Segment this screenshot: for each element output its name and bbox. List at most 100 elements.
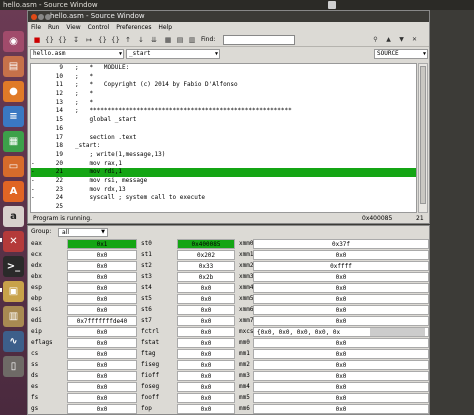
register-value[interactable]: 0x0 — [253, 272, 429, 282]
register-value[interactable]: 0x0 — [177, 327, 235, 337]
code-line[interactable]: 16 — [31, 125, 416, 134]
function-combo[interactable]: _start ▼ — [126, 49, 220, 59]
source-code-view[interactable]: 9 ; * MODULE: 10 ; * 11 ; * Copyright (c) 201… — [30, 63, 417, 213]
archive-icon[interactable]: ▥ — [3, 306, 24, 327]
down-arrow-icon[interactable]: ▼ — [398, 36, 405, 43]
menu-help[interactable]: Help — [158, 24, 172, 31]
register-value[interactable]: 0x0 — [253, 250, 429, 260]
network-indicator-icon[interactable] — [328, 1, 336, 9]
memory-icon[interactable]: ▤ — [176, 36, 184, 44]
register-value[interactable]: 0x0 — [177, 338, 235, 348]
register-value[interactable]: 0x0 — [177, 283, 235, 293]
code-line[interactable]: 15 global _start — [31, 116, 416, 125]
code-line[interactable]: 18 _start: — [31, 142, 416, 151]
register-value[interactable]: 0x0 — [253, 305, 429, 315]
amazon-icon[interactable]: a — [3, 206, 24, 227]
code-line[interactable]: - 24 syscall ; system call to execute — [31, 194, 416, 203]
register-value[interactable]: 0x0 — [67, 250, 137, 260]
register-value[interactable]: 0x0 — [67, 404, 137, 414]
menu-run[interactable]: Run — [48, 24, 60, 31]
code-line[interactable]: - 20 mov rax,1 — [31, 160, 416, 169]
register-value[interactable]: 0x0 — [177, 360, 235, 370]
register-value[interactable]: 0x0 — [67, 360, 137, 370]
trash-icon[interactable]: ▯ — [3, 356, 24, 377]
register-value[interactable]: 0x0 — [177, 294, 235, 304]
code-line[interactable]: 14 ; ************************************… — [31, 107, 416, 116]
up-icon[interactable]: ↑ — [124, 36, 132, 44]
register-value[interactable]: 0x2b — [177, 272, 235, 282]
register-value[interactable]: 0x0 — [177, 305, 235, 315]
maximize-icon[interactable] — [45, 14, 51, 20]
registers-icon[interactable]: ▦ — [164, 36, 172, 44]
register-value[interactable]: 0xffff — [253, 261, 429, 271]
writer-icon[interactable]: ≡ — [3, 106, 24, 127]
register-value[interactable]: 0x0 — [67, 294, 137, 304]
register-value[interactable]: 0x0 — [67, 261, 137, 271]
register-value[interactable]: 0x0 — [67, 349, 137, 359]
code-line[interactable]: 25 — [31, 203, 416, 212]
register-value[interactable]: 0x0 — [67, 283, 137, 293]
register-value[interactable]: 0x0 — [67, 338, 137, 348]
register-value[interactable]: 0x0 — [67, 305, 137, 315]
register-value[interactable]: 0x0 — [67, 272, 137, 282]
register-value[interactable]: 0x0 — [253, 393, 429, 403]
bottom-icon[interactable]: ⇊ — [150, 36, 158, 44]
run-icon[interactable]: ■ — [33, 36, 41, 44]
register-value[interactable]: 0x0 — [177, 393, 235, 403]
register-value[interactable]: 0x0 — [253, 382, 429, 392]
ubuntu-dash-icon[interactable]: ◉ — [3, 31, 24, 52]
register-value[interactable]: 0x0 — [253, 360, 429, 370]
close-icon[interactable] — [31, 14, 37, 20]
mode-combo[interactable]: SOURCE ▼ — [374, 49, 428, 59]
register-value[interactable]: 0x0 — [67, 371, 137, 381]
code-line[interactable]: 26 ;exit(0) — [31, 212, 416, 213]
file-combo[interactable]: hello.asm ▼ — [30, 49, 124, 59]
code-line[interactable]: 11 ; * Copyright (c) 2014 by Fabio D'Alfo… — [31, 81, 416, 90]
code-line[interactable]: - 21 mov rdi,1 — [31, 168, 416, 177]
source-window-titlebar[interactable]: hello.asm - Source Window — [28, 11, 429, 22]
code-line[interactable]: - 22 mov rsi, message — [31, 177, 416, 186]
software-center-icon[interactable]: A — [3, 181, 24, 202]
system-monitor-icon[interactable]: ∿ — [3, 331, 24, 352]
register-value[interactable]: 0x400085 — [177, 239, 235, 249]
firefox-icon[interactable]: ● — [3, 81, 24, 102]
menu-view[interactable]: View — [66, 24, 80, 31]
code-line[interactable]: 19 ; write(1,message,13) — [31, 151, 416, 160]
stepi-icon[interactable]: {} — [98, 36, 107, 44]
group-select[interactable]: all ▼ — [58, 228, 108, 237]
continue-icon[interactable]: ↦ — [85, 36, 93, 44]
register-value[interactable]: 0x1 — [67, 239, 137, 249]
code-line[interactable]: 17 section .text — [31, 134, 416, 143]
register-value[interactable]: 0x33 — [177, 261, 235, 271]
terminal-icon[interactable]: >_ — [3, 256, 24, 277]
files-icon[interactable]: ▤ — [3, 56, 24, 77]
insight-icon[interactable]: ▣ — [3, 281, 24, 302]
register-value[interactable]: 0x0 — [67, 327, 137, 337]
menu-preferences[interactable]: Preferences — [116, 24, 151, 31]
breakpoint-marker[interactable]: - — [31, 168, 39, 177]
code-line[interactable]: 10 ; * — [31, 73, 416, 82]
menu-control[interactable]: Control — [88, 24, 110, 31]
register-value[interactable]: 0x7fffffffde40 — [67, 316, 137, 326]
register-value[interactable]: 0x37f — [253, 239, 429, 249]
step-icon[interactable]: {} — [45, 36, 54, 44]
code-line[interactable]: 12 ; * — [31, 90, 416, 99]
register-value[interactable]: 0x0 — [253, 349, 429, 359]
search-icon[interactable]: ⚲ — [372, 36, 379, 43]
find-input[interactable] — [223, 35, 295, 45]
up-arrow-icon[interactable]: ▲ — [385, 36, 392, 43]
code-line[interactable]: - 23 mov rdx,13 — [31, 186, 416, 195]
calc-icon[interactable]: ▦ — [3, 131, 24, 152]
register-value[interactable]: 0x0 — [253, 316, 429, 326]
code-line[interactable]: 9 ; * MODULE: — [31, 64, 416, 73]
source-scrollbar[interactable] — [418, 63, 428, 213]
register-value[interactable]: 0x0 — [177, 404, 235, 414]
register-value[interactable]: 0x0 — [177, 316, 235, 326]
breakpoint-marker[interactable]: - — [31, 186, 39, 195]
register-value[interactable]: 0x0 — [253, 338, 429, 348]
breakpoint-marker[interactable]: - — [31, 160, 39, 169]
breakpoint-marker[interactable]: - — [31, 177, 39, 186]
code-line[interactable]: 13 ; * — [31, 99, 416, 108]
finish-icon[interactable]: ↧ — [72, 36, 80, 44]
register-value[interactable]: 0x202 — [177, 250, 235, 260]
